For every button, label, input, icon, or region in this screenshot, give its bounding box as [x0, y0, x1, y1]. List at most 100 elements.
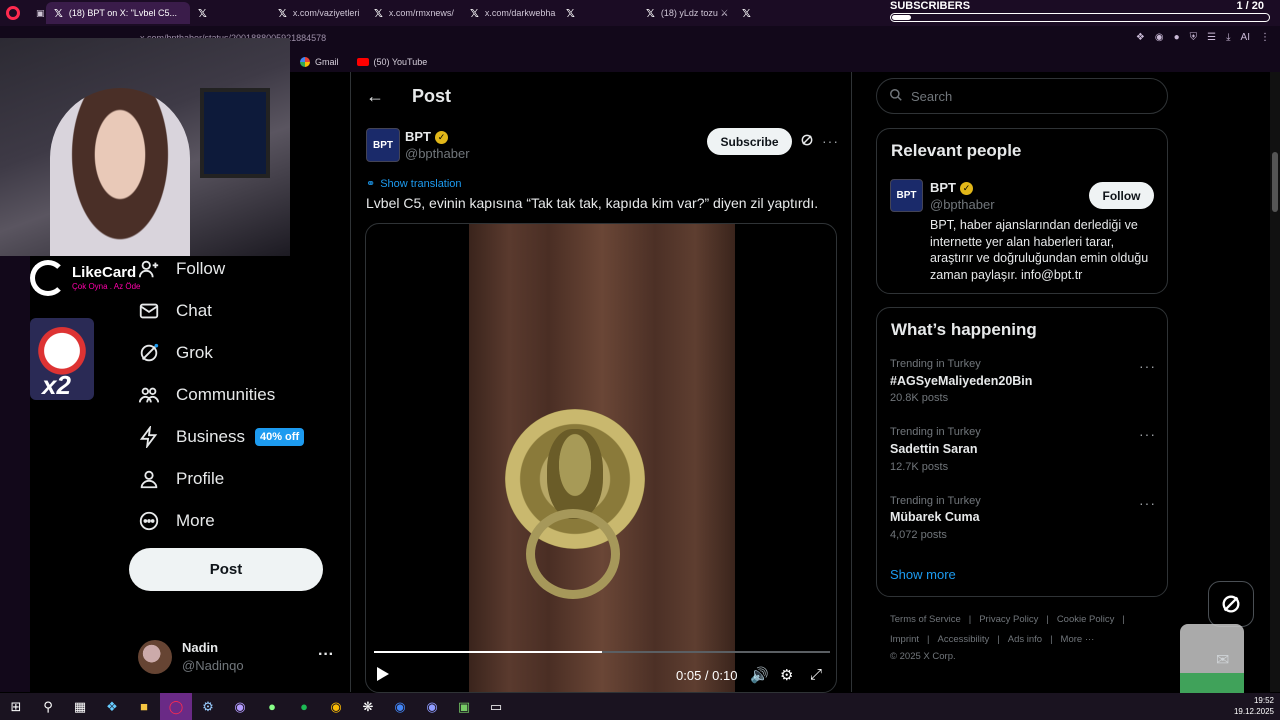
author-avatar[interactable]: BPT: [366, 128, 400, 162]
author-handle[interactable]: @bpthaber: [405, 146, 470, 161]
bookmark-youtube[interactable]: (50) YouTube: [356, 57, 427, 67]
author-name[interactable]: BPT ✓: [405, 129, 448, 145]
footer-link[interactable]: Privacy Policy: [979, 614, 1038, 625]
trend-more-icon[interactable]: ···: [1139, 426, 1156, 442]
footer-link[interactable]: More ···: [1061, 634, 1095, 645]
app-icon[interactable]: ▣: [448, 693, 480, 720]
trend-name[interactable]: Sadettin Saran: [890, 442, 978, 456]
account-handle[interactable]: @Nadinqo: [182, 658, 244, 673]
extension-icon[interactable]: ●: [1174, 32, 1180, 43]
trend-name[interactable]: #AGSyeMaliyeden20Bin: [890, 374, 1032, 388]
grok-float-button[interactable]: [1208, 581, 1254, 627]
post-more-icon[interactable]: ···: [822, 133, 839, 149]
nav-profile[interactable]: Profile: [138, 468, 224, 490]
play-icon[interactable]: [377, 667, 389, 681]
opera-icon[interactable]: ◯: [160, 693, 192, 720]
subscribe-button[interactable]: Subscribe: [707, 128, 792, 155]
show-translation-link[interactable]: ⚭ Show translation: [366, 177, 462, 191]
settings-gear-icon[interactable]: ⚙: [780, 666, 793, 684]
subscribers-label: SUBSCRIBERS: [890, 0, 971, 12]
nav-chat[interactable]: Chat: [138, 300, 212, 322]
likecard-overlay: LikeCard Çok Oyna . Az Öde: [30, 258, 150, 298]
multiplier-label: x2: [42, 370, 71, 400]
page-scrollbar[interactable]: [1270, 72, 1280, 692]
file-explorer-icon[interactable]: ■: [128, 693, 160, 720]
footer-link[interactable]: Terms of Service: [890, 614, 961, 625]
extensions-toolbar: ❖ ◉ ● ⛨ ☰ ⤓ AI ⋮: [1136, 32, 1270, 43]
footer-separator: |: [968, 614, 972, 625]
puzzle-icon[interactable]: ☰: [1207, 32, 1216, 43]
extension-icon[interactable]: ◉: [1155, 32, 1164, 43]
footer-link[interactable]: Imprint: [890, 634, 919, 645]
steam-icon[interactable]: ⚙: [192, 693, 224, 720]
volume-icon[interactable]: 🔊: [750, 666, 769, 684]
whats-happening-title: What’s happening: [891, 320, 1037, 339]
account-menu-icon[interactable]: ···: [318, 646, 334, 664]
back-arrow-icon[interactable]: ←: [366, 86, 384, 107]
download-icon[interactable]: ⤓: [1226, 32, 1230, 43]
trend-name[interactable]: Mübarek Cuma: [890, 510, 980, 524]
trend-more-icon[interactable]: ···: [1139, 358, 1156, 374]
search-input[interactable]: Search: [876, 78, 1168, 114]
windows-start-icon[interactable]: ⊞: [0, 693, 32, 720]
xbox-icon[interactable]: ●: [256, 693, 288, 720]
app-icon[interactable]: ◉: [224, 693, 256, 720]
task-view-icon[interactable]: ▦: [64, 693, 96, 720]
fullscreen-icon[interactable]: ⤢: [810, 666, 822, 683]
post-button[interactable]: Post: [129, 548, 323, 591]
video-progress-bar[interactable]: [374, 651, 830, 653]
tab[interactable]: 𝕏x.com/darkwebha: [462, 2, 558, 24]
video-player[interactable]: [365, 223, 837, 693]
tab[interactable]: 𝕏: [190, 2, 270, 24]
app-icon[interactable]: ▭: [480, 693, 512, 720]
show-more-link[interactable]: Show more: [890, 567, 956, 582]
tab[interactable]: 𝕏 (18) yLdz tozu ⚔: [638, 2, 734, 24]
tab-active[interactable]: 𝕏 (18) BPT on X: "Lvbel C5...: [46, 2, 190, 24]
search-icon[interactable]: ⚲: [32, 693, 64, 720]
account-name[interactable]: Nadin: [182, 640, 218, 655]
tab-overview-icon[interactable]: ▣: [28, 2, 46, 24]
chrome-icon[interactable]: ◉: [384, 693, 416, 720]
tab-label: x.com/vaziyetleri: [292, 8, 360, 18]
grok-explain-icon[interactable]: [800, 133, 814, 150]
footer-link[interactable]: Ads info: [1008, 634, 1042, 645]
taskbar-clock[interactable]: 19:52 19.12.2025: [1234, 695, 1274, 717]
nav-more[interactable]: More: [138, 510, 215, 532]
chrome-icon[interactable]: ◉: [320, 693, 352, 720]
nav-communities[interactable]: Communities: [138, 384, 275, 406]
person-name[interactable]: BPT ✓: [930, 180, 973, 196]
ai-label[interactable]: AI: [1241, 32, 1250, 43]
messages-icon[interactable]: ✉: [1216, 650, 1229, 670]
x-logo-icon: 𝕏: [742, 7, 751, 20]
shield-icon[interactable]: ⛨: [1190, 32, 1198, 43]
tab[interactable]: 𝕏x.com/rmxnews/: [366, 2, 462, 24]
nav-grok[interactable]: Grok: [138, 342, 213, 364]
tab[interactable]: 𝕏: [558, 2, 638, 24]
opera-logo-icon[interactable]: [6, 6, 20, 20]
nav-business[interactable]: Business 40% off: [138, 426, 305, 448]
app-icon[interactable]: ❋: [352, 693, 384, 720]
likecard-name: LikeCard: [72, 264, 137, 281]
person-avatar[interactable]: BPT: [890, 179, 923, 212]
video-knocker-face: [547, 429, 603, 519]
discord-icon[interactable]: ◉: [416, 693, 448, 720]
person-handle[interactable]: @bpthaber: [930, 197, 995, 212]
scrollbar-thumb[interactable]: [1272, 152, 1278, 212]
footer-link[interactable]: Cookie Policy: [1057, 614, 1115, 625]
tab-label: x.com/rmxnews/: [388, 8, 454, 18]
menu-icon[interactable]: ⋮: [1260, 32, 1270, 43]
tab[interactable]: 𝕏x.com/vaziyetleri: [270, 2, 366, 24]
bookmark-gmail[interactable]: Gmail: [300, 57, 339, 67]
footer-link[interactable]: Accessibility: [938, 634, 990, 645]
trend-more-icon[interactable]: ···: [1139, 495, 1156, 511]
follow-button[interactable]: Follow: [1089, 182, 1154, 209]
trend-posts: 4,072 posts: [890, 529, 947, 541]
tab[interactable]: 𝕏: [734, 2, 814, 24]
nav-follow[interactable]: Follow: [138, 258, 225, 280]
nav-label: Chat: [176, 301, 212, 320]
extension-icon[interactable]: ❖: [1136, 32, 1145, 43]
spotify-icon[interactable]: ●: [288, 693, 320, 720]
account-avatar[interactable]: [138, 640, 172, 674]
copilot-icon[interactable]: ❖: [96, 693, 128, 720]
x-logo-icon: 𝕏: [374, 7, 383, 20]
